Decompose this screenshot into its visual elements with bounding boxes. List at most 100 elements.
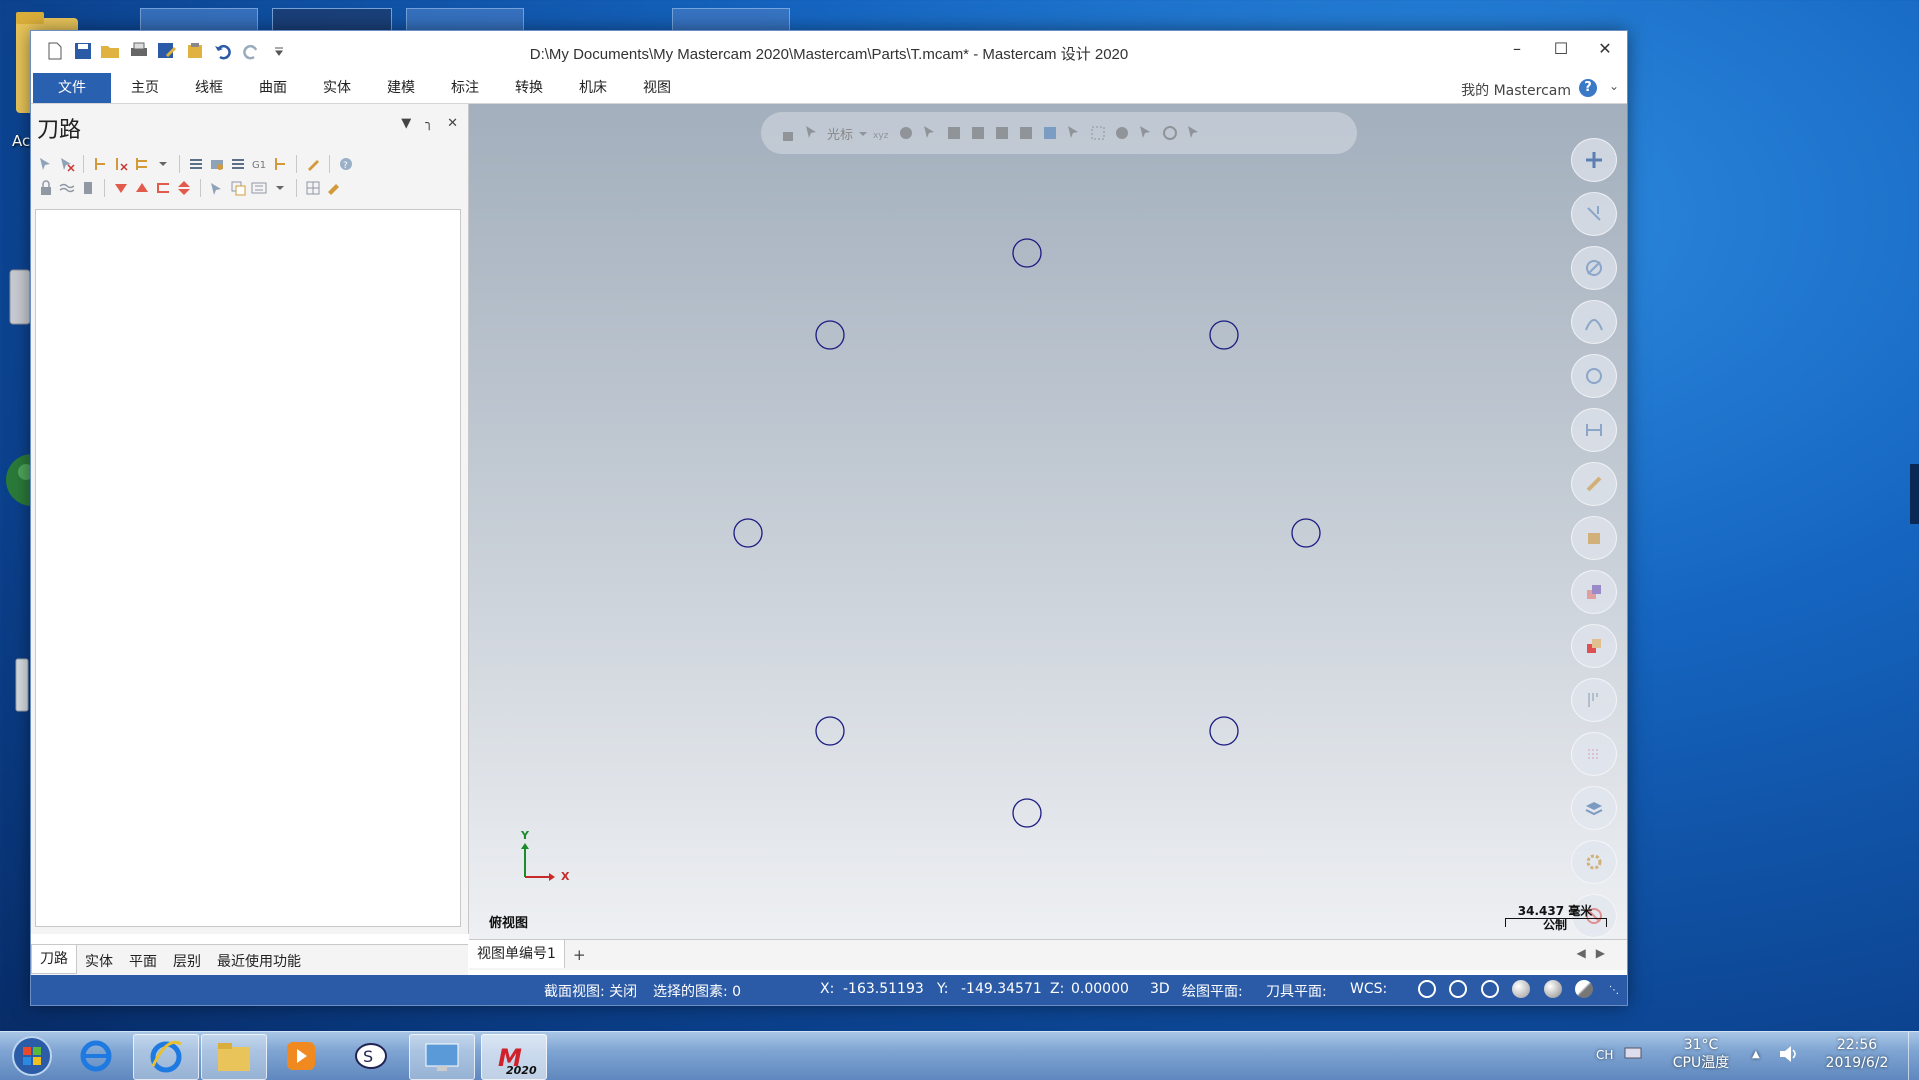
move-down-icon[interactable] bbox=[112, 178, 130, 198]
show-desktop-button[interactable] bbox=[1908, 1032, 1919, 1080]
tab-toolpaths[interactable]: 刀路 bbox=[31, 945, 77, 974]
boolean-icon[interactable] bbox=[1571, 570, 1617, 614]
shaded-globe-icon[interactable] bbox=[1481, 980, 1499, 998]
copy-icon[interactable] bbox=[229, 178, 247, 198]
tab-model-prep[interactable]: 建模 bbox=[377, 73, 425, 103]
wcs[interactable]: WCS: bbox=[1350, 981, 1387, 997]
select-all-icon[interactable] bbox=[37, 154, 55, 174]
grid-icon[interactable] bbox=[1571, 732, 1617, 776]
geometry-canvas[interactable] bbox=[469, 104, 1627, 939]
add-icon[interactable] bbox=[1571, 138, 1617, 182]
move-up-icon[interactable] bbox=[133, 178, 151, 198]
dropdown-icon[interactable] bbox=[271, 178, 289, 198]
select-solid-icon[interactable] bbox=[945, 124, 963, 142]
start-icon[interactable] bbox=[0, 1034, 64, 1078]
input-language[interactable]: CH bbox=[1596, 1046, 1613, 1064]
media-player-icon[interactable] bbox=[269, 1034, 333, 1078]
wireframe-globe-icon[interactable] bbox=[1418, 980, 1436, 998]
tool-plane[interactable]: 刀具平面: bbox=[1266, 981, 1327, 1001]
measure-icon[interactable] bbox=[1571, 462, 1617, 506]
help-icon[interactable]: ? bbox=[1579, 79, 1597, 97]
analyze-icon[interactable] bbox=[1571, 678, 1617, 722]
toggle-display-icon[interactable] bbox=[58, 178, 76, 198]
prev-icon[interactable]: ◀ bbox=[1577, 946, 1596, 960]
ie-pinned-icon[interactable] bbox=[133, 1034, 199, 1080]
next-icon[interactable]: ▶ bbox=[1596, 946, 1615, 960]
layers-icon[interactable] bbox=[1571, 786, 1617, 830]
recycle-bin-icon[interactable] bbox=[14, 655, 30, 719]
toolpath-tree[interactable] bbox=[35, 209, 461, 927]
lock-icon[interactable] bbox=[779, 124, 797, 142]
volume-icon[interactable] bbox=[1778, 1044, 1800, 1069]
tab-viewsheet-1[interactable]: 视图单编号1 bbox=[469, 940, 565, 968]
color-icon[interactable] bbox=[1571, 624, 1617, 668]
tab-drafting[interactable]: 标注 bbox=[441, 73, 489, 103]
tab-surfaces[interactable]: 曲面 bbox=[249, 73, 297, 103]
select-icon[interactable] bbox=[921, 124, 939, 142]
select-edge-icon[interactable] bbox=[993, 124, 1011, 142]
select-color-icon[interactable] bbox=[1041, 124, 1059, 142]
tab-solids[interactable]: 实体 bbox=[313, 73, 361, 103]
explorer-icon[interactable] bbox=[201, 1034, 267, 1080]
resize-grip-icon[interactable]: ⋱ bbox=[1609, 985, 1619, 996]
maximize-icon[interactable]: ☐ bbox=[1539, 31, 1583, 65]
scroll-icon[interactable] bbox=[175, 178, 193, 198]
minimize-icon[interactable]: – bbox=[1495, 31, 1539, 65]
xyz-icon[interactable]: xyz bbox=[873, 124, 891, 142]
deselect-icon[interactable] bbox=[58, 154, 76, 174]
dropdown-icon[interactable] bbox=[154, 154, 172, 174]
dimension-icon[interactable] bbox=[1571, 408, 1617, 452]
select-group-icon[interactable] bbox=[1137, 124, 1155, 142]
lock-icon[interactable] bbox=[37, 178, 55, 198]
display-options-icon[interactable] bbox=[250, 178, 268, 198]
tab-planes[interactable]: 平面 bbox=[129, 951, 157, 971]
tab-levels[interactable]: 层别 bbox=[173, 951, 201, 971]
remote-desktop-icon[interactable] bbox=[409, 1034, 475, 1080]
mastercam-icon[interactable]: M 2020 bbox=[481, 1034, 547, 1080]
translucency-icon[interactable] bbox=[1575, 980, 1593, 998]
mode-2d-3d[interactable]: 3D bbox=[1150, 981, 1170, 997]
edit-icon[interactable] bbox=[304, 154, 322, 174]
drive-icon[interactable] bbox=[8, 268, 32, 330]
ribbon-collapse-icon[interactable]: ⌄ bbox=[1609, 79, 1619, 93]
cursor-icon[interactable] bbox=[803, 124, 821, 142]
tab-view[interactable]: 视图 bbox=[633, 73, 681, 103]
simulate-icon[interactable] bbox=[229, 154, 247, 174]
close-icon[interactable]: ✕ bbox=[1583, 31, 1627, 65]
globe-icon[interactable] bbox=[4, 440, 58, 524]
my-mastercam-link[interactable]: 我的 Mastercam bbox=[1461, 80, 1571, 100]
toggle-post-icon[interactable] bbox=[79, 178, 97, 198]
spline-icon[interactable] bbox=[1571, 300, 1617, 344]
verify-select-icon[interactable] bbox=[1065, 124, 1083, 142]
chain-icon[interactable] bbox=[1161, 124, 1179, 142]
shaded-sphere-icon[interactable] bbox=[1512, 980, 1530, 998]
section-view-status[interactable]: 截面视图: 关闭 bbox=[544, 981, 637, 1001]
window-select-icon[interactable] bbox=[1089, 124, 1107, 142]
high-speed-icon[interactable] bbox=[271, 154, 289, 174]
construction-plane[interactable]: 绘图平面: bbox=[1182, 981, 1243, 1001]
regen-dirty-icon[interactable] bbox=[112, 154, 130, 174]
toolpath-help-icon[interactable]: ? bbox=[337, 154, 355, 174]
panel-menu-icon[interactable]: ▼ bbox=[401, 116, 411, 131]
box-icon[interactable] bbox=[1571, 516, 1617, 560]
ie-icon[interactable] bbox=[64, 1034, 128, 1078]
tab-recent-functions[interactable]: 最近使用功能 bbox=[217, 951, 301, 971]
clock[interactable]: 22:56 2019/6/2 bbox=[1814, 1036, 1900, 1072]
tab-transform[interactable]: 转换 bbox=[505, 73, 553, 103]
tab-file[interactable]: 文件 bbox=[33, 73, 111, 103]
regen-icon[interactable] bbox=[91, 154, 109, 174]
tab-solids-manager[interactable]: 实体 bbox=[85, 951, 113, 971]
insert-arrow-icon[interactable] bbox=[154, 178, 172, 198]
tab-home[interactable]: 主页 bbox=[121, 73, 169, 103]
post-g1-icon[interactable]: G1 bbox=[250, 154, 268, 174]
view-sheets-icon[interactable] bbox=[304, 178, 322, 198]
dropdown-icon[interactable] bbox=[859, 124, 868, 142]
regen-options-icon[interactable] bbox=[133, 154, 151, 174]
recorder-icon[interactable]: S bbox=[339, 1034, 403, 1078]
add-viewsheet-button[interactable]: + bbox=[573, 946, 586, 964]
graphics-viewport[interactable]: 光标 xyz Y X 俯视图 34.437 毫米 公制 bbox=[469, 104, 1627, 939]
trim-icon[interactable] bbox=[1571, 192, 1617, 236]
tab-machine[interactable]: 机床 bbox=[569, 73, 617, 103]
tray-expand-icon[interactable]: ▲ bbox=[1752, 1046, 1760, 1064]
tab-wireframe[interactable]: 线框 bbox=[185, 73, 233, 103]
